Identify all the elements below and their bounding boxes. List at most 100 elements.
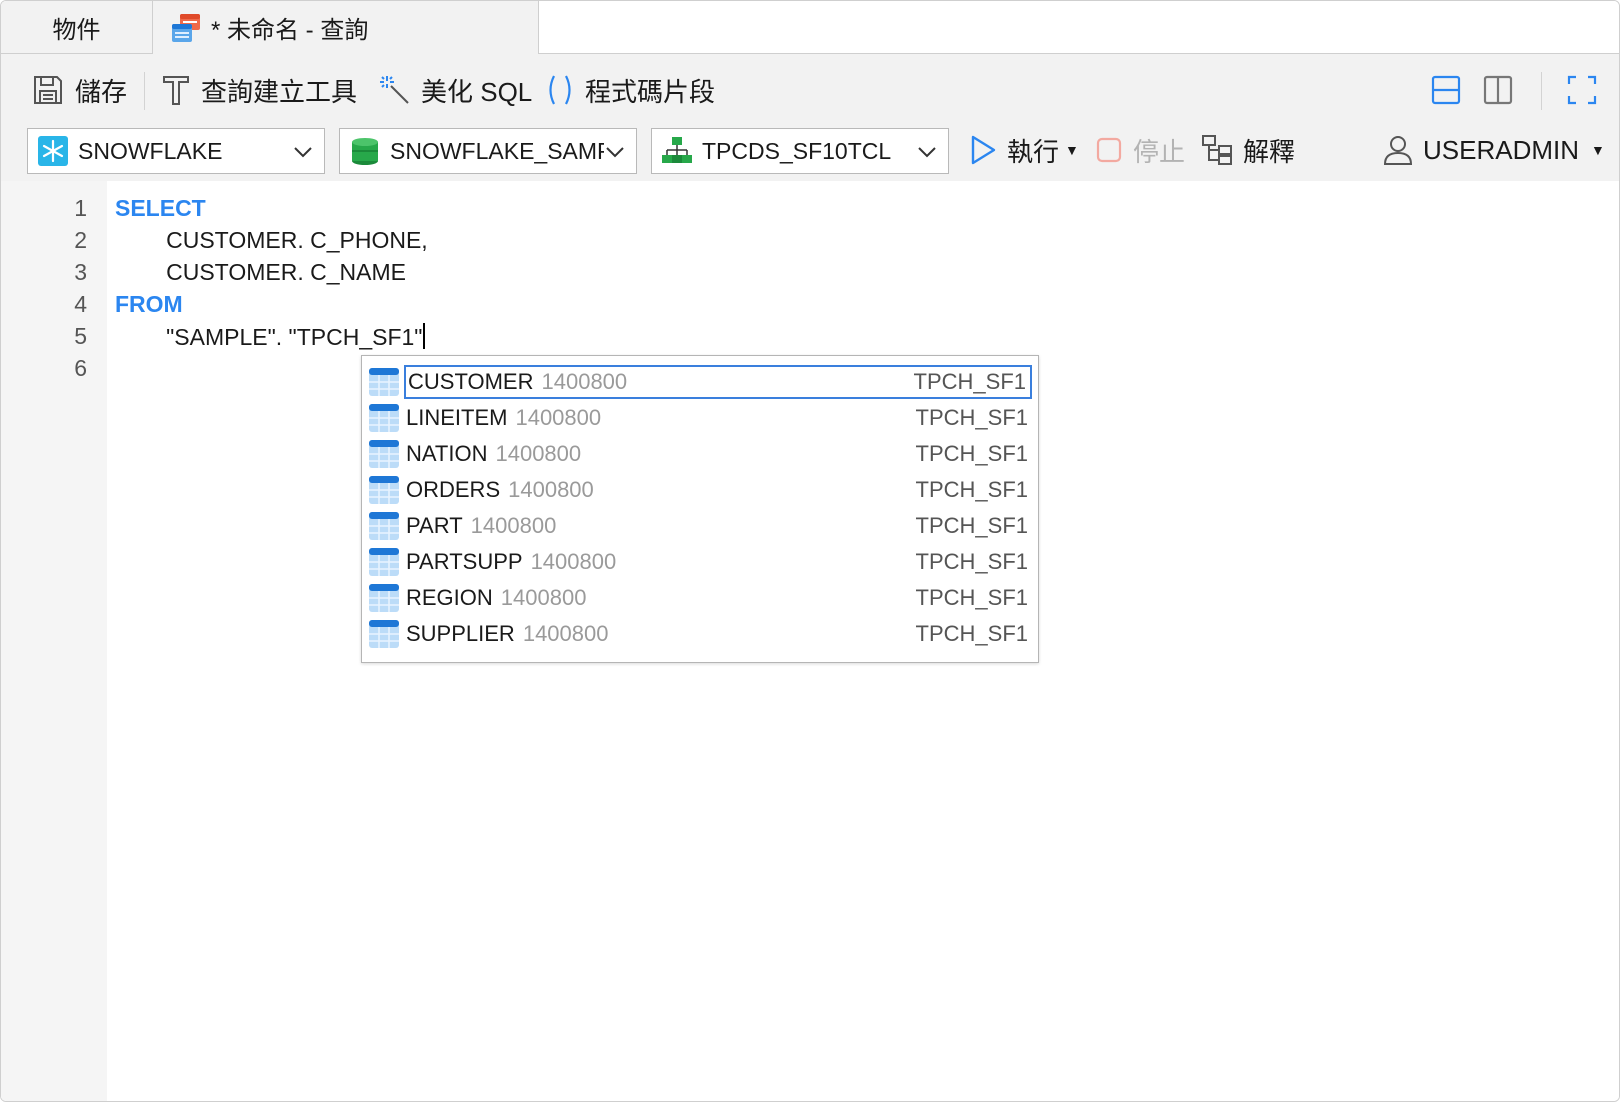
line-number: 5	[74, 323, 87, 349]
line-number-gutter: 1 2 3 4 5 6	[1, 181, 107, 1101]
toolbar-divider	[144, 72, 145, 110]
beautify-sql-label: 美化 SQL	[421, 76, 533, 107]
explain-button[interactable]: 解釋	[1201, 122, 1295, 178]
table-name: ORDERS	[406, 477, 501, 502]
split-horizontal-icon	[1431, 75, 1461, 105]
line-number: 2	[74, 227, 87, 253]
database-value: SNOWFLAKE_SAMPLE_DATA	[390, 137, 604, 164]
connection-select[interactable]: SNOWFLAKE	[27, 128, 325, 174]
table-icon	[368, 366, 400, 398]
row-count: 1400800	[500, 585, 587, 610]
autocomplete-item[interactable]: SUPPLIER 1400800 TPCH_SF1	[368, 616, 1032, 652]
toolbar-row-connection: SNOWFLAKE SNOWFLAKE_SAMPLE_DATA	[1, 122, 1619, 178]
autocomplete-item-body: PARTSUPP 1400800 TPCH_SF1	[404, 545, 1032, 579]
user-menu[interactable]: USERADMIN ▼	[1383, 122, 1605, 178]
row-count: 1400800	[515, 405, 602, 430]
row-count: 1400800	[522, 621, 609, 646]
stop-icon	[1095, 136, 1123, 164]
caret-down-icon: ▼	[1591, 142, 1605, 158]
autocomplete-item-body: LINEITEM 1400800 TPCH_SF1	[404, 401, 1032, 435]
code-line-with-caret: "SAMPLE". "TPCH_SF1"	[115, 323, 426, 351]
query-builder-button[interactable]: 查詢建立工具	[161, 62, 357, 118]
autocomplete-item-body: SUPPLIER 1400800 TPCH_SF1	[404, 617, 1032, 651]
split-vertical-button[interactable]	[1483, 62, 1523, 118]
save-label: 儲存	[75, 76, 128, 107]
line-number: 3	[74, 259, 87, 285]
autocomplete-item[interactable]: ORDERS 1400800 TPCH_SF1	[368, 472, 1032, 508]
explain-label: 解釋	[1243, 136, 1296, 167]
table-name: CUSTOMER	[408, 369, 534, 394]
snippets-button[interactable]: 程式碼片段	[545, 62, 715, 118]
autocomplete-item[interactable]: LINEITEM 1400800 TPCH_SF1	[368, 400, 1032, 436]
save-button[interactable]: 儲存	[31, 62, 127, 118]
toolbar-divider-right	[1541, 72, 1542, 110]
autocomplete-item[interactable]: PARTSUPP 1400800 TPCH_SF1	[368, 544, 1032, 580]
tab-objects[interactable]: 物件	[1, 1, 153, 53]
schema-name: TPCH_SF1	[915, 621, 1028, 646]
tab-bar: 物件 * 未命名 - 查詢	[1, 1, 1619, 54]
save-icon	[31, 73, 65, 107]
row-count: 1400800	[495, 441, 582, 466]
autocomplete-item-body: NATION 1400800 TPCH_SF1	[404, 437, 1032, 471]
fullscreen-icon	[1567, 75, 1597, 105]
table-name: LINEITEM	[406, 405, 508, 430]
snippets-label: 程式碼片段	[585, 76, 716, 107]
stop-label: 停止	[1133, 136, 1186, 167]
schema-name: TPCH_SF1	[915, 477, 1028, 502]
magic-wand-icon	[379, 74, 411, 106]
snowflake-icon	[38, 136, 68, 166]
connection-value: SNOWFLAKE	[78, 137, 223, 164]
autocomplete-popup: CUSTOMER 1400800 TPCH_SF1 LINEITEM 1400800 TP…	[361, 355, 1039, 663]
schema-name: TPCH_SF1	[915, 549, 1028, 574]
schema-select[interactable]: TPCDS_SF10TCL	[651, 128, 949, 174]
table-name: SUPPLIER	[406, 621, 515, 646]
query-builder-icon	[161, 73, 191, 107]
query-icon	[169, 11, 203, 45]
chevron-down-icon	[916, 138, 938, 165]
autocomplete-item[interactable]: REGION 1400800 TPCH_SF1	[368, 580, 1032, 616]
toolbar-row-actions: 儲存 查詢建立工具 美化 SQL 程式碼片段	[1, 62, 1619, 118]
schema-name: TPCH_SF1	[915, 405, 1028, 430]
schema-value: TPCDS_SF10TCL	[702, 137, 892, 164]
run-label: 執行	[1007, 136, 1060, 167]
autocomplete-item-body: PART 1400800 TPCH_SF1	[404, 509, 1032, 543]
schema-name: TPCH_SF1	[913, 369, 1026, 394]
autocomplete-item-body: ORDERS 1400800 TPCH_SF1	[404, 473, 1032, 507]
stop-button[interactable]: 停止	[1095, 122, 1185, 178]
row-count: 1400800	[470, 513, 557, 538]
table-name: REGION	[406, 585, 493, 610]
table-name: PARTSUPP	[406, 549, 523, 574]
schema-name: TPCH_SF1	[915, 441, 1028, 466]
beautify-sql-button[interactable]: 美化 SQL	[379, 62, 532, 118]
tab-query[interactable]: * 未命名 - 查詢	[153, 1, 539, 54]
play-icon	[969, 134, 997, 166]
autocomplete-item-body: CUSTOMER 1400800 TPCH_SF1	[404, 365, 1032, 399]
split-horizontal-button[interactable]	[1431, 62, 1471, 118]
table-icon	[368, 474, 400, 506]
row-count: 1400800	[508, 477, 594, 502]
autocomplete-item[interactable]: NATION 1400800 TPCH_SF1	[368, 436, 1032, 472]
row-count: 1400800	[541, 369, 628, 394]
line-number: 6	[74, 355, 87, 381]
chevron-down-icon	[292, 138, 314, 165]
table-icon	[368, 510, 400, 542]
table-icon	[368, 618, 400, 650]
tab-objects-label: 物件	[52, 16, 101, 44]
run-button[interactable]: 執行 ▼	[969, 122, 1079, 178]
line-number: 4	[74, 291, 87, 317]
text-caret	[423, 323, 426, 349]
autocomplete-item-body: REGION 1400800 TPCH_SF1	[404, 581, 1032, 615]
schema-icon	[662, 136, 692, 166]
fullscreen-button[interactable]	[1567, 62, 1607, 118]
autocomplete-item[interactable]: PART 1400800 TPCH_SF1	[368, 508, 1032, 544]
caret-down-icon: ▼	[1065, 142, 1079, 158]
database-select[interactable]: SNOWFLAKE_SAMPLE_DATA	[339, 128, 637, 174]
split-vertical-icon	[1483, 75, 1513, 105]
autocomplete-item[interactable]: CUSTOMER 1400800 TPCH_SF1	[368, 364, 1032, 400]
query-builder-label: 查詢建立工具	[201, 76, 358, 107]
table-icon	[368, 438, 400, 470]
query-window: 物件 * 未命名 - 查詢 儲存 查詢建立工具 美化 SQL 程式碼片段 SNO…	[0, 0, 1620, 1102]
table-name: NATION	[406, 441, 488, 466]
table-name: PART	[406, 513, 463, 538]
code-line: CUSTOMER. C_PHONE,	[115, 227, 428, 253]
